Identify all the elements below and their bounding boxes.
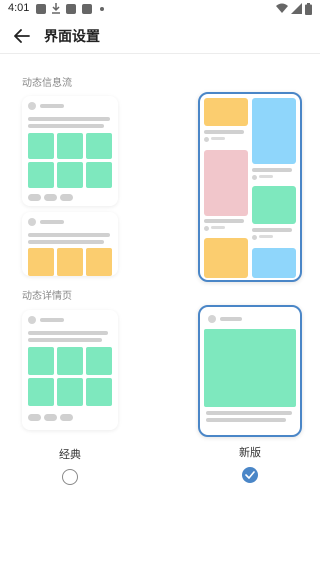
dot-icon bbox=[100, 7, 104, 11]
text-line bbox=[40, 104, 64, 108]
image-tile bbox=[204, 238, 248, 278]
app-icon bbox=[82, 4, 92, 14]
action-pill bbox=[28, 414, 41, 421]
text-line bbox=[40, 220, 64, 224]
back-button[interactable] bbox=[8, 24, 36, 48]
text-line bbox=[211, 137, 225, 140]
text-line bbox=[220, 317, 242, 321]
text-line bbox=[28, 338, 102, 342]
image-tile bbox=[252, 98, 296, 164]
new-feed-preview[interactable] bbox=[198, 92, 302, 282]
avatar bbox=[252, 175, 257, 180]
avatar bbox=[28, 218, 36, 226]
action-pill bbox=[44, 194, 57, 201]
text-line bbox=[28, 240, 104, 244]
text-line bbox=[28, 331, 108, 335]
action-pill bbox=[44, 414, 57, 421]
wifi-icon bbox=[276, 3, 288, 13]
status-time: 4:01 bbox=[8, 2, 30, 14]
avatar bbox=[28, 102, 36, 110]
radio-classic[interactable] bbox=[62, 469, 78, 485]
image-tile bbox=[57, 248, 83, 276]
image-tile bbox=[57, 347, 83, 375]
image-tile bbox=[28, 162, 54, 188]
image-tile bbox=[204, 150, 248, 216]
status-bar: 4:01 bbox=[0, 0, 320, 18]
option-label-classic: 经典 bbox=[59, 448, 81, 461]
text-line bbox=[259, 235, 273, 238]
arrow-left-icon bbox=[14, 29, 30, 43]
image-tile bbox=[28, 378, 54, 406]
image-tile bbox=[57, 133, 83, 159]
image-tile bbox=[86, 162, 112, 188]
preview-card bbox=[22, 212, 118, 276]
avatar bbox=[204, 226, 209, 231]
text-line bbox=[28, 117, 110, 121]
text-line bbox=[206, 411, 292, 415]
image-tile bbox=[28, 248, 54, 276]
action-pill bbox=[28, 194, 41, 201]
radio-new[interactable] bbox=[242, 467, 258, 483]
text-line bbox=[204, 219, 244, 223]
image-icon bbox=[36, 4, 46, 14]
text-line bbox=[206, 418, 286, 422]
header-divider bbox=[0, 53, 320, 54]
check-icon bbox=[245, 471, 255, 479]
battery-icon bbox=[305, 3, 312, 15]
text-line bbox=[204, 130, 244, 134]
option-label-new: 新版 bbox=[239, 446, 261, 459]
image-tile bbox=[86, 378, 112, 406]
image-tile bbox=[57, 378, 83, 406]
image-tile bbox=[252, 186, 296, 224]
text-line bbox=[259, 175, 273, 178]
image-tile bbox=[204, 329, 296, 407]
classic-feed-preview[interactable] bbox=[22, 96, 118, 276]
text-line bbox=[211, 226, 225, 229]
avatar bbox=[28, 316, 36, 324]
app-icon bbox=[66, 4, 76, 14]
section-label-detail: 动态详情页 bbox=[22, 291, 72, 302]
image-tile bbox=[57, 162, 83, 188]
action-pill bbox=[60, 414, 73, 421]
avatar bbox=[252, 235, 257, 240]
download-icon bbox=[52, 3, 60, 14]
classic-detail-preview[interactable] bbox=[22, 310, 118, 430]
new-detail-preview[interactable] bbox=[198, 305, 302, 437]
page-title: 界面设置 bbox=[44, 29, 100, 45]
text-line bbox=[252, 228, 292, 232]
image-tile bbox=[204, 98, 248, 126]
avatar bbox=[204, 137, 209, 142]
section-label-feed: 动态信息流 bbox=[22, 78, 72, 89]
image-tile bbox=[86, 347, 112, 375]
text-line bbox=[28, 233, 110, 237]
signal-icon bbox=[291, 3, 302, 14]
avatar bbox=[208, 315, 216, 323]
image-tile bbox=[28, 133, 54, 159]
image-tile bbox=[28, 347, 54, 375]
text-line bbox=[40, 318, 64, 322]
text-line bbox=[252, 168, 292, 172]
image-tile bbox=[252, 248, 296, 278]
action-pill bbox=[60, 194, 73, 201]
image-tile bbox=[86, 133, 112, 159]
preview-card bbox=[22, 96, 118, 206]
text-line bbox=[28, 124, 104, 128]
image-tile bbox=[86, 248, 112, 276]
